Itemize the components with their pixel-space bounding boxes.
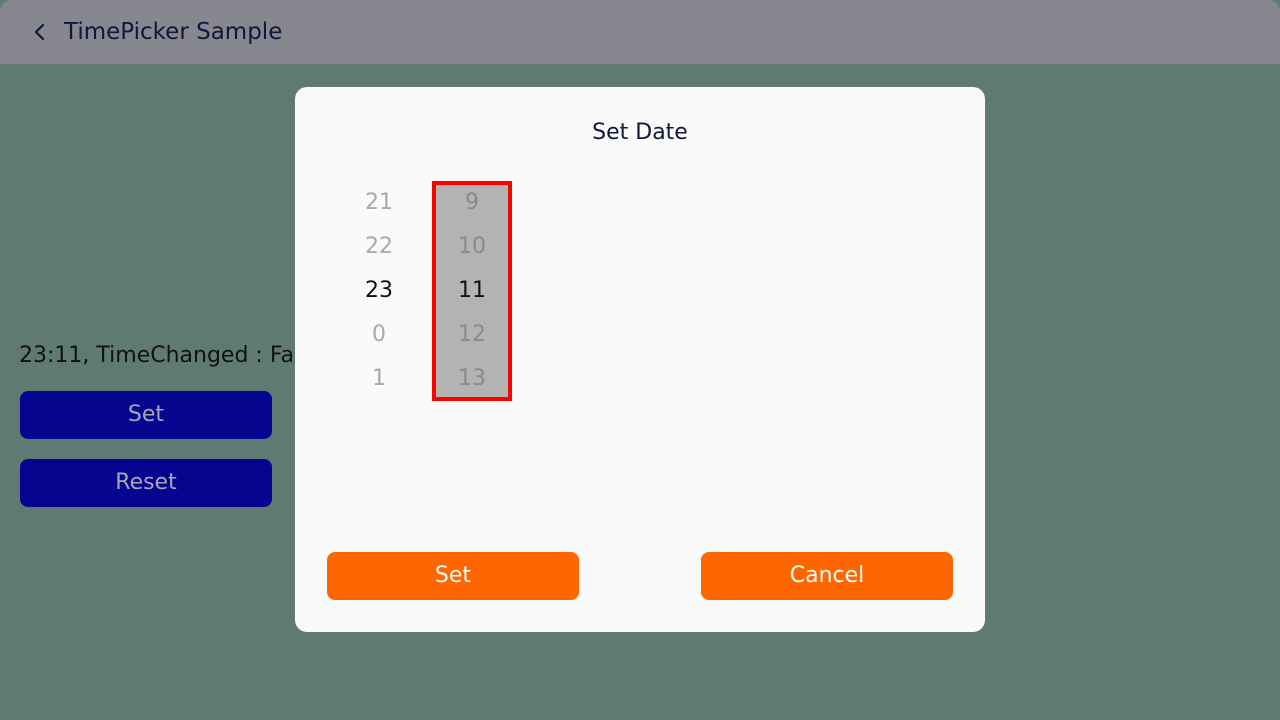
minute-item[interactable]: 13 (436, 357, 508, 401)
minute-item[interactable]: 10 (436, 225, 508, 269)
set-button[interactable]: Set (20, 391, 272, 439)
minute-item-selected[interactable]: 11 (436, 269, 508, 313)
dialog-cancel-button[interactable]: Cancel (701, 552, 953, 600)
minute-item[interactable]: 9 (436, 181, 508, 225)
dialog-set-button[interactable]: Set (327, 552, 579, 600)
app-window: TimePicker Sample 23:11, TimeChanged : F… (0, 0, 1280, 720)
chevron-left-icon (34, 23, 45, 41)
hour-item[interactable]: 0 (339, 313, 419, 357)
time-picker-dialog: Set Date 21 22 23 0 1 9 10 11 12 13 Set … (295, 87, 985, 632)
hour-wheel[interactable]: 21 22 23 0 1 (339, 181, 419, 401)
hour-item[interactable]: 22 (339, 225, 419, 269)
minute-item[interactable]: 12 (436, 313, 508, 357)
hour-item[interactable]: 21 (339, 181, 419, 225)
time-status-text: 23:11, TimeChanged : False (19, 343, 295, 368)
reset-button[interactable]: Reset (20, 459, 272, 507)
back-button[interactable] (24, 16, 56, 48)
page-title: TimePicker Sample (64, 19, 283, 45)
minute-wheel[interactable]: 9 10 11 12 13 (432, 181, 512, 401)
title-bar: TimePicker Sample (0, 0, 1280, 64)
dialog-title: Set Date (592, 120, 688, 145)
hour-item-selected[interactable]: 23 (339, 269, 419, 313)
hour-item[interactable]: 1 (339, 357, 419, 401)
